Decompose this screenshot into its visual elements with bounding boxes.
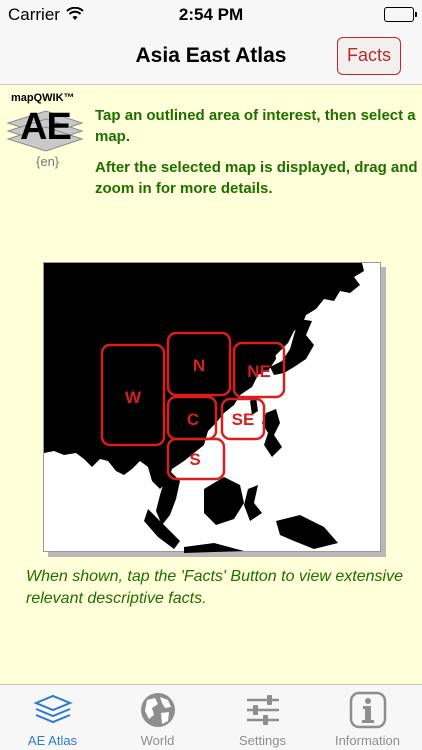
tab-world[interactable]: World [105,685,210,750]
sliders-icon [247,695,279,725]
region-label-se: SE [232,410,255,429]
tab-information[interactable]: Information [315,685,420,750]
region-label-w: W [125,388,142,407]
mainland-landmass [44,263,364,489]
clock: 2:54 PM [178,5,244,24]
status-bar: Carrier 2:54 PM [0,0,422,30]
java [184,543,244,553]
region-label-c: C [187,410,199,429]
layers-icon [33,694,73,724]
instruction-line-2: After the selected map is displayed, dra… [95,159,418,197]
globe-icon [141,693,175,727]
logo-trademark: mapQWIK™ [11,92,75,104]
instruction-line-1: Tap an outlined area of interest, then s… [95,107,416,145]
borneo [204,477,244,525]
language-label: {en} [36,154,60,169]
facts-hint: When shown, tap the 'Facts' Button to vi… [26,568,403,607]
tab-ae-atlas[interactable]: AE Atlas [0,685,105,750]
region-label-ne: NE [247,362,271,381]
region-label-n: N [193,356,205,375]
mapqwik-logo: mapQWIK™ AE {en} [6,92,84,172]
tab-settings[interactable]: Settings [210,685,315,750]
instructions: Tap an outlined area of interest, then s… [95,105,419,209]
tab-label: AE Atlas [27,733,78,748]
facts-button[interactable]: Facts [337,37,401,75]
logo-letters: AE [20,106,72,148]
region-map[interactable]: W N NE C SE S [43,262,381,553]
tab-label: Settings [239,733,286,748]
navigation-bar: Asia East Atlas Facts [0,30,422,85]
tab-label: Information [334,733,401,748]
sulawesi [244,485,262,521]
asia-east-map: W N NE C SE S [44,263,364,553]
region-label-s: S [189,450,200,469]
battery-icon [384,7,417,22]
info-icon [349,691,387,729]
tab-label: World [140,733,175,748]
new-guinea [276,515,338,549]
tab-bar: AE Atlas World Settings Information [0,684,422,750]
